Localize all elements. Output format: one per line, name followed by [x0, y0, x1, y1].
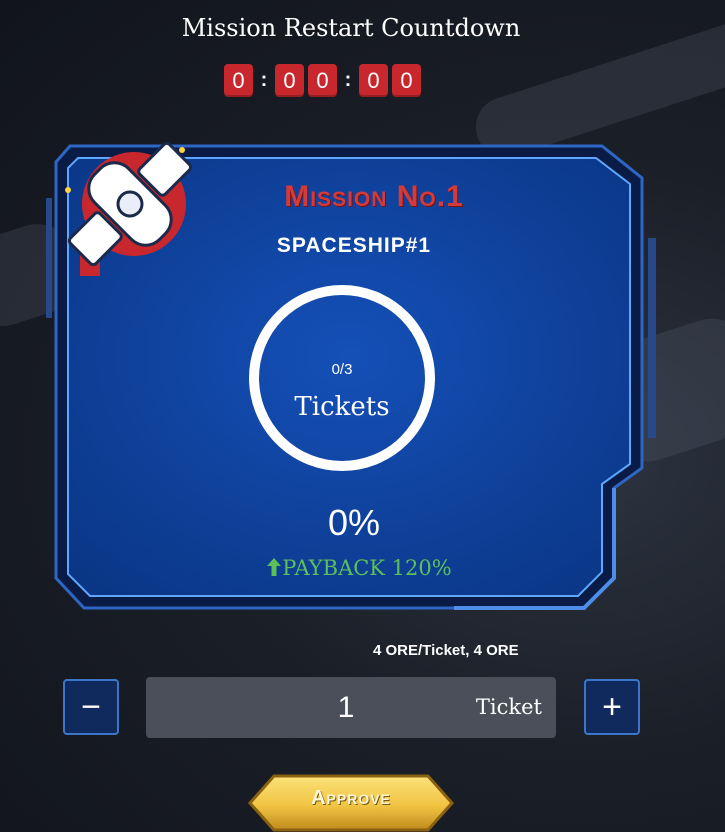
- ticket-price: 4 ORE/Ticket, 4 ORE: [373, 642, 519, 659]
- countdown-digit: 0: [359, 64, 388, 97]
- countdown-timer: 0 : 0 0 : 0 0: [224, 64, 421, 97]
- countdown-digit: 0: [308, 64, 337, 97]
- mission-title: Mission No.1: [284, 180, 464, 213]
- quantity-field[interactable]: 1 Ticket: [146, 677, 556, 738]
- ship-name: SPACESHIP#1: [276, 234, 432, 257]
- countdown-separator: :: [260, 69, 268, 91]
- increment-button[interactable]: +: [584, 679, 640, 735]
- quantity-unit: Ticket: [475, 695, 542, 719]
- countdown-digit: 0: [224, 64, 253, 97]
- satellite-icon: [65, 141, 193, 276]
- mission-card: Mission No.1 SPACESHIP#1 0/3 Tickets 0% …: [44, 138, 661, 620]
- countdown-digit: 0: [275, 64, 304, 97]
- decrement-button[interactable]: −: [63, 679, 119, 735]
- ticket-label: Tickets: [294, 392, 390, 422]
- arrow-up-icon: [267, 558, 282, 576]
- payback-rate: PAYBACK 120%: [214, 556, 504, 580]
- payback-label: PAYBACK 120%: [282, 556, 452, 580]
- ticket-count: 0/3: [331, 361, 353, 378]
- countdown-digit: 0: [392, 64, 421, 97]
- page-title: Mission Restart Countdown: [181, 14, 521, 42]
- approve-label: Approve: [311, 787, 391, 809]
- quantity-value[interactable]: 1: [306, 691, 386, 725]
- approve-button[interactable]: Approve: [246, 774, 456, 832]
- countdown-separator: :: [344, 69, 352, 91]
- ticket-progress-ring: 0/3 Tickets: [249, 285, 435, 471]
- progress-percent: 0%: [327, 502, 381, 543]
